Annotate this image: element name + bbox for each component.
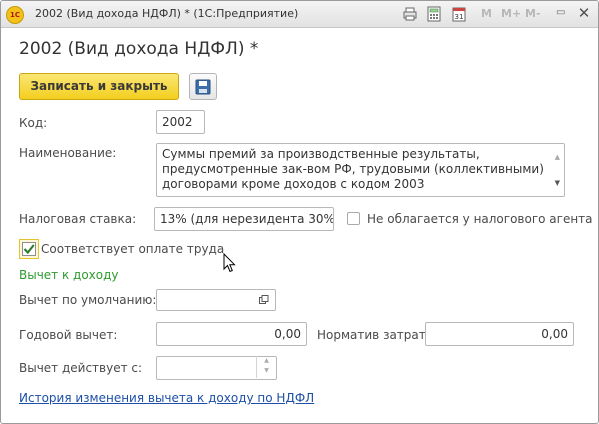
close-icon[interactable]: ✕: [576, 4, 592, 22]
calculator-icon[interactable]: [426, 6, 442, 22]
open-copy-icon: [259, 295, 269, 304]
deduction-section-title: Вычет к доходу: [19, 268, 119, 282]
checkmark-icon: [23, 244, 35, 255]
spin-down-icon[interactable]: ▼: [257, 366, 276, 376]
app-window: 1С 2002 (Вид дохода НДФЛ) * (1С:Предприя…: [0, 0, 599, 424]
cost-norm-label: Норматив затрат:: [317, 328, 430, 342]
save-button[interactable]: [189, 73, 217, 100]
labor-payment-checkbox[interactable]: [19, 239, 39, 259]
calendar-icon[interactable]: 31: [451, 6, 467, 22]
name-line-2: предусмотренные зак-вом РФ, трудовыми (к…: [162, 162, 544, 176]
memory-m-button[interactable]: M: [481, 7, 492, 20]
default-deduction-label: Вычет по умолчанию:: [19, 293, 157, 307]
not-taxed-checkbox[interactable]: [347, 212, 360, 225]
labor-payment-label: Соответствует оплате труда: [41, 242, 225, 256]
save-and-close-button[interactable]: Записать и закрыть: [19, 73, 179, 100]
scroll-up-icon[interactable]: ▲: [555, 150, 560, 165]
name-label: Наименование:: [19, 146, 117, 160]
annual-deduction-label: Годовой вычет:: [19, 328, 118, 342]
annual-deduction-field[interactable]: 0,00: [156, 322, 307, 346]
minimize-icon[interactable]: ▭: [556, 7, 565, 18]
scroll-down-icon[interactable]: ▼: [555, 176, 560, 191]
floppy-disk-icon: [195, 79, 211, 95]
svg-text:31: 31: [455, 13, 464, 21]
window-title: 2002 (Вид дохода НДФЛ) * (1С:Предприятие…: [35, 7, 299, 20]
page-title: 2002 (Вид дохода НДФЛ) *: [19, 39, 259, 59]
not-taxed-label: Не облагается у налогового агента: [367, 212, 593, 226]
mouse-cursor-icon: [223, 253, 236, 273]
default-deduction-field[interactable]: [156, 289, 255, 311]
open-picker-button[interactable]: [254, 289, 276, 311]
date-spinner[interactable]: ▲ ▼: [256, 356, 276, 378]
name-line-1: Суммы премий за производственные результ…: [162, 147, 480, 161]
name-textarea[interactable]: Суммы премий за производственные результ…: [156, 143, 565, 197]
title-bar: 1С 2002 (Вид дохода НДФЛ) * (1С:Предприя…: [1, 1, 598, 28]
deduction-history-link[interactable]: История изменения вычета к доходу по НДФ…: [19, 391, 314, 405]
name-line-3: договорами кроме доходов с кодом 2003: [162, 177, 425, 191]
memory-plus-button[interactable]: M+: [501, 7, 521, 20]
spin-up-icon[interactable]: ▲: [257, 356, 276, 366]
code-label: Код:: [19, 116, 48, 130]
code-field[interactable]: 2002: [156, 110, 205, 134]
cost-norm-field[interactable]: 0,00: [425, 322, 574, 346]
app-logo-icon[interactable]: 1С: [6, 6, 24, 24]
tax-rate-label: Налоговая ставка:: [19, 212, 137, 226]
tax-rate-field[interactable]: 13% (для нерезидента 30%): [154, 207, 334, 231]
print-icon[interactable]: [402, 6, 418, 22]
memory-minus-button[interactable]: M-: [525, 7, 541, 20]
valid-from-label: Вычет действует с:: [19, 361, 143, 375]
